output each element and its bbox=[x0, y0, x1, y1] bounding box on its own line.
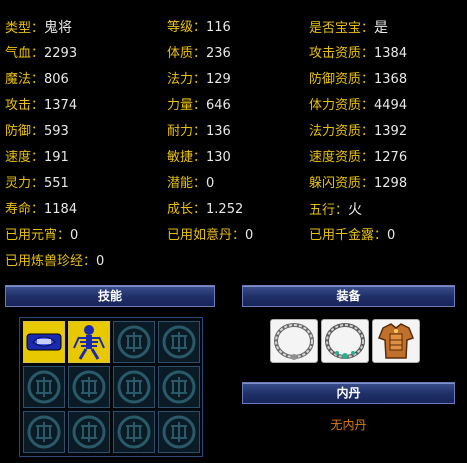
armor-icon bbox=[378, 323, 414, 359]
stat-row-6: 速度：191 敏捷：130 速度资质：1276 bbox=[0, 145, 467, 171]
stat-mp: 魔法：806 bbox=[5, 72, 69, 87]
empty-slot-icon bbox=[117, 415, 151, 449]
skill-slot-12[interactable] bbox=[158, 411, 200, 453]
stat-row-9: 已用元宵：0 已用如意丹：0 已用千金露：0 bbox=[0, 223, 467, 249]
empty-slot-icon bbox=[162, 325, 196, 359]
stat-constitution: 体质：236 bbox=[167, 46, 231, 61]
skill-slot-4[interactable] bbox=[158, 321, 200, 363]
stat-magic-aptitude: 法力资质：1392 bbox=[309, 124, 408, 139]
stat-used-yuanxiao: 已用元宵：0 bbox=[5, 228, 79, 243]
skill-slot-10[interactable] bbox=[68, 411, 110, 453]
equip-slot-3[interactable] bbox=[372, 319, 420, 363]
jade-necklace-icon bbox=[325, 323, 365, 359]
skill-slot-7[interactable] bbox=[113, 366, 155, 408]
equipment-header[interactable]: 装备 bbox=[242, 285, 455, 307]
stat-speed-aptitude: 速度资质：1276 bbox=[309, 150, 408, 165]
stat-element: 五行：火 bbox=[309, 202, 363, 218]
skills-header[interactable]: 技能 bbox=[5, 285, 215, 307]
stat-stamina-aptitude: 体力资质：4494 bbox=[309, 98, 408, 113]
stat-attack: 攻击：1374 bbox=[5, 98, 78, 113]
stat-row-1: 类型：鬼将 等级：116 是否宝宝：是 bbox=[0, 15, 467, 41]
empty-slot-icon bbox=[117, 325, 151, 359]
skill-slot-11[interactable] bbox=[113, 411, 155, 453]
stat-lifespan: 寿命：1184 bbox=[5, 202, 78, 217]
stat-row-10: 已用炼兽珍经：0 bbox=[0, 249, 467, 275]
stat-row-7: 灵力：551 潜能：0 躲闪资质：1298 bbox=[0, 171, 467, 197]
stat-speed: 速度：191 bbox=[5, 150, 69, 165]
skill-slot-3[interactable] bbox=[113, 321, 155, 363]
stat-used-qianjinlu: 已用千金露：0 bbox=[309, 228, 396, 243]
stat-potential: 潜能：0 bbox=[167, 176, 215, 191]
stat-row-5: 防御：593 耐力：136 法力资质：1392 bbox=[0, 119, 467, 145]
skill-slot-2[interactable] bbox=[68, 321, 110, 363]
empty-slot-icon bbox=[27, 415, 61, 449]
stat-dodge-aptitude: 躲闪资质：1298 bbox=[309, 176, 408, 191]
stat-used-ruyidan: 已用如意丹：0 bbox=[167, 228, 254, 243]
stat-level: 等级：116 bbox=[167, 20, 231, 35]
skill-slot-6[interactable] bbox=[68, 366, 110, 408]
stat-used-lianshou: 已用炼兽珍经：0 bbox=[5, 254, 105, 269]
empty-slot-icon bbox=[162, 370, 196, 404]
stat-attack-aptitude: 攻击资质：1384 bbox=[309, 46, 408, 61]
neidan-header[interactable]: 内丹 bbox=[242, 382, 455, 404]
skill-slot-8[interactable] bbox=[158, 366, 200, 408]
equip-slot-2[interactable] bbox=[321, 319, 369, 363]
empty-slot-icon bbox=[162, 415, 196, 449]
equip-slot-1[interactable] bbox=[270, 319, 318, 363]
stat-endurance: 耐力：136 bbox=[167, 124, 231, 139]
stat-growth: 成长：1.252 bbox=[167, 202, 244, 217]
stat-type: 类型：鬼将 bbox=[5, 20, 73, 36]
stat-row-2: 气血：2293 体质：236 攻击资质：1384 bbox=[0, 41, 467, 67]
empty-slot-icon bbox=[117, 370, 151, 404]
skill-slot-9[interactable] bbox=[23, 411, 65, 453]
stat-magic: 法力：129 bbox=[167, 72, 231, 87]
neidan-empty-text: 无内丹 bbox=[330, 418, 367, 432]
stat-is-baby: 是否宝宝：是 bbox=[309, 20, 389, 36]
stat-spirit: 灵力：551 bbox=[5, 176, 69, 191]
skill-mouth-icon bbox=[24, 322, 64, 362]
stat-row-4: 攻击：1374 力量：646 体力资质：4494 bbox=[0, 93, 467, 119]
silver-ring-icon bbox=[274, 323, 314, 360]
skill-skeleton-icon bbox=[69, 322, 109, 362]
skill-slot-1[interactable] bbox=[23, 321, 65, 363]
stat-defense: 防御：593 bbox=[5, 124, 69, 139]
skills-grid bbox=[19, 317, 203, 457]
stat-agility: 敏捷：130 bbox=[167, 150, 231, 165]
stat-hp: 气血：2293 bbox=[5, 46, 78, 61]
stat-row-8: 寿命：1184 成长：1.252 五行：火 bbox=[0, 197, 467, 223]
empty-slot-icon bbox=[27, 370, 61, 404]
stat-defense-aptitude: 防御资质：1368 bbox=[309, 72, 408, 87]
empty-slot-icon bbox=[72, 370, 106, 404]
skill-slot-5[interactable] bbox=[23, 366, 65, 408]
stat-row-3: 魔法：806 法力：129 防御资质：1368 bbox=[0, 67, 467, 93]
empty-slot-icon bbox=[72, 415, 106, 449]
stat-strength: 力量：646 bbox=[167, 98, 231, 113]
